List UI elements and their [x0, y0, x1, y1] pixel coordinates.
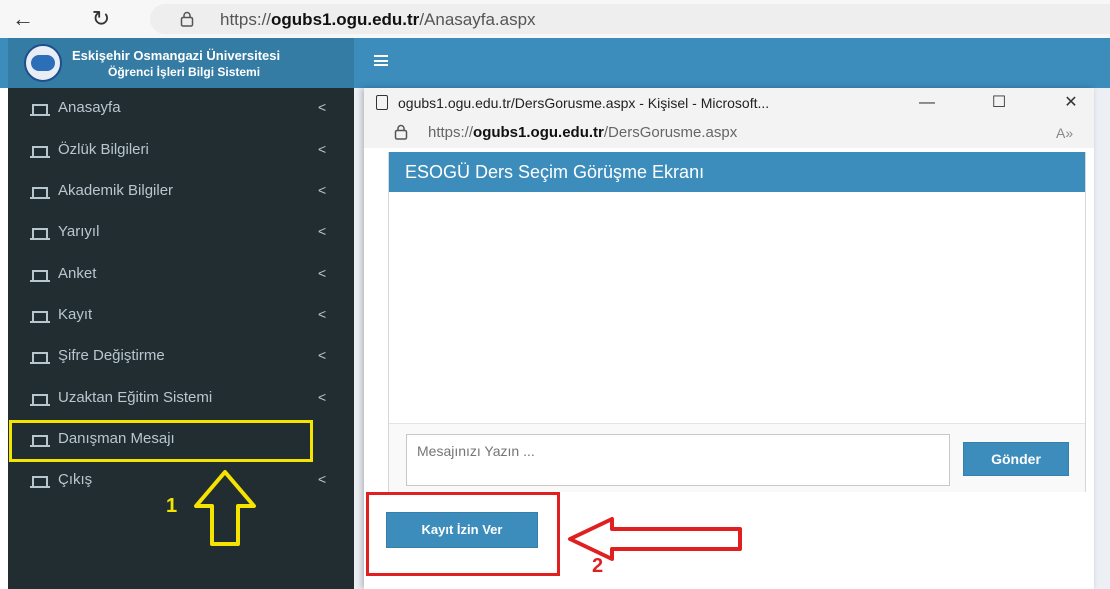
sidebar-item-label: Şifre Değiştirme: [58, 347, 165, 364]
sidebar-item-label: Anket: [58, 265, 97, 282]
up-arrow-icon: [194, 470, 256, 546]
university-logo-icon: [24, 44, 62, 82]
highlight-box-step2: [366, 492, 560, 576]
close-icon[interactable]: ✕: [1056, 91, 1086, 115]
laptop-icon: [30, 270, 50, 282]
laptop-icon: [30, 228, 50, 240]
chat-panel: ESOGÜ Ders Seçim Görüşme Ekranı Gönder: [388, 152, 1086, 492]
popup-title-bar: ogubs1.ogu.edu.tr/DersGorusme.aspx - Kiş…: [364, 88, 1094, 118]
popup-address-url: https://ogubs1.ogu.edu.tr/DersGorusme.as…: [428, 124, 738, 141]
chevron-left-icon: <: [318, 99, 327, 115]
laptop-icon: [30, 187, 50, 199]
back-arrow-icon[interactable]: ←: [10, 6, 36, 32]
refresh-icon[interactable]: ↻: [88, 6, 114, 32]
step-2-label: 2: [592, 555, 604, 577]
browser-toolbar: ← ↻ https://ogubs1.ogu.edu.tr/Anasayfa.a…: [0, 0, 1110, 38]
sidebar-item-uzaktan-egitim[interactable]: Uzaktan Eğitim Sistemi <: [8, 378, 354, 418]
lock-icon: [394, 124, 408, 140]
chat-panel-footer: Gönder: [389, 423, 1085, 492]
chevron-left-icon: <: [318, 223, 327, 239]
chevron-left-icon: <: [318, 182, 327, 198]
sidebar-item-yariyil[interactable]: Yarıyıl <: [8, 212, 354, 252]
sidebar-item-label: Akademik Bilgiler: [58, 182, 174, 199]
sidebar-item-label: Anasayfa: [58, 99, 121, 116]
chevron-left-icon: <: [318, 306, 327, 322]
sidebar-item-label: Yarıyıl: [58, 223, 100, 240]
address-bar[interactable]: https://ogubs1.ogu.edu.tr/Anasayfa.aspx: [150, 4, 1110, 34]
chevron-left-icon: <: [318, 141, 327, 157]
step-1-label: 1: [166, 495, 178, 517]
chat-panel-header: ESOGÜ Ders Seçim Görüşme Ekranı: [389, 152, 1085, 192]
laptop-icon: [30, 352, 50, 364]
sidebar-item-label: Kayıt: [58, 306, 93, 323]
laptop-icon: [30, 394, 50, 406]
popup-address-bar[interactable]: https://ogubs1.ogu.edu.tr/DersGorusme.as…: [364, 118, 1094, 148]
hamburger-menu-icon[interactable]: [374, 55, 388, 66]
sidebar-item-label: Uzaktan Eğitim Sistemi: [58, 389, 213, 406]
brand-subtitle: Öğrenci İşleri Bilgi Sistemi: [108, 65, 261, 79]
sidebar-item-label: Özlük Bilgileri: [58, 141, 149, 158]
chevron-left-icon: <: [318, 389, 327, 405]
sidebar-item-anasayfa[interactable]: Anasayfa <: [8, 88, 354, 128]
sidebar-item-ozluk-bilgileri[interactable]: Özlük Bilgileri <: [8, 130, 354, 170]
chat-panel-title: ESOGÜ Ders Seçim Görüşme Ekranı: [405, 162, 705, 182]
sidebar-item-sifre-degistirme[interactable]: Şifre Değiştirme <: [8, 336, 354, 376]
address-url: https://ogubs1.ogu.edu.tr/Anasayfa.aspx: [220, 10, 536, 29]
sidebar-item-akademik-bilgiler[interactable]: Akademik Bilgiler <: [8, 171, 354, 211]
laptop-icon: [30, 146, 50, 158]
sidebar: Anasayfa < Özlük Bilgileri < Akademik Bi…: [8, 88, 354, 589]
laptop-icon: [30, 476, 50, 488]
laptop-icon: [30, 104, 50, 116]
chevron-left-icon: <: [318, 347, 327, 363]
sidebar-item-anket[interactable]: Anket <: [8, 254, 354, 294]
popup-window-title: ogubs1.ogu.edu.tr/DersGorusme.aspx - Kiş…: [398, 95, 770, 111]
brand-title: Eskişehir Osmangazi Üniversitesi: [72, 48, 281, 63]
minimize-icon[interactable]: —: [912, 91, 942, 115]
screenshot-root: ← ↻ https://ogubs1.ogu.edu.tr/Anasayfa.a…: [0, 0, 1110, 589]
logo-area[interactable]: Eskişehir Osmangazi Üniversitesi Öğrenci…: [8, 38, 354, 88]
read-aloud-icon[interactable]: A»: [1056, 125, 1073, 141]
message-input[interactable]: [406, 434, 950, 486]
maximize-icon[interactable]: ☐: [984, 91, 1014, 115]
chevron-left-icon: <: [318, 471, 327, 487]
laptop-icon: [30, 311, 50, 323]
lock-icon: [180, 11, 194, 27]
chevron-left-icon: <: [318, 265, 327, 281]
send-button[interactable]: Gönder: [963, 442, 1069, 476]
sidebar-item-cikis[interactable]: Çıkış <: [8, 460, 354, 500]
sidebar-item-kayit[interactable]: Kayıt <: [8, 295, 354, 335]
page-icon: [376, 95, 388, 110]
sidebar-item-label: Çıkış: [58, 471, 93, 488]
highlight-box-step1: [9, 420, 313, 462]
